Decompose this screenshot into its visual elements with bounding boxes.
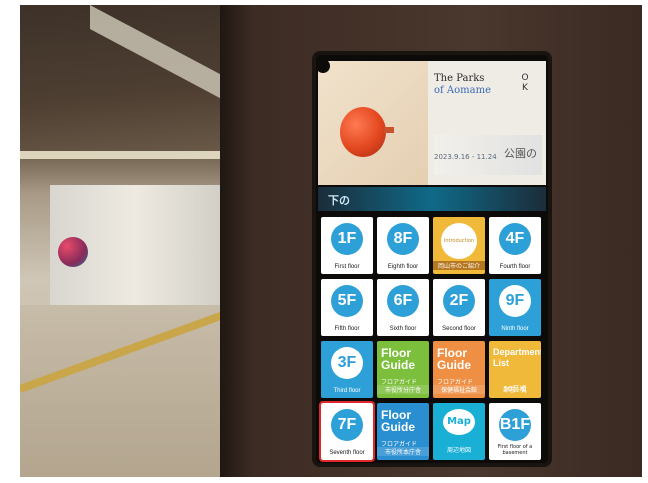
floor-badge: 8F [387,223,419,255]
banner-date: 2023.9.16 - 11.24 [434,153,497,161]
floor-guide-logo: Floor Guide [381,346,416,372]
tile-b1f[interactable]: B1F First floor of a basement [489,403,541,460]
tile-4f[interactable]: 4F Fourth floor [489,217,541,274]
banner[interactable]: The Parks of Aomame OK 2023.9.16 - 11.24… [318,61,546,185]
tile-1f[interactable]: 1F First floor [321,217,373,274]
tile-label: 周辺地図 [446,447,471,454]
tile-label: 部署一覧 [502,388,527,394]
tile-label: Seventh floor [329,450,365,456]
tile-label: Ninth floor [501,326,529,332]
tile-label: First floor [334,264,360,270]
tile-6f[interactable]: 6F Sixth floor [377,279,429,336]
tile-3f[interactable]: 3F Third floor [321,341,373,398]
photo: The Parks of Aomame OK 2023.9.16 - 11.24… [20,5,642,477]
kiosk-screen: The Parks of Aomame OK 2023.9.16 - 11.24… [316,55,548,463]
tile-department-list[interactable]: Department List 50音順 部署一覧 [489,341,541,398]
balloon-knot [384,127,394,133]
tile-9f[interactable]: 9F Ninth floor [489,279,541,336]
tile-label: First floor of a basement [497,444,533,456]
floor-badge: 4F [499,223,531,255]
banner-title-line2: of Aomame [434,85,491,96]
floor-badge: 7F [331,409,363,441]
tile-floor-guide[interactable]: Floor Guide フロアガイド 保健福祉会館 [433,341,485,398]
tile-7f[interactable]: 7F Seventh floor [319,401,375,462]
floor-badge: 3F [331,347,363,379]
sub-banner[interactable]: 下の [318,187,546,211]
introduction-icon: Introduction [441,223,477,259]
banner-title-line1: The Parks [434,73,485,84]
tile-label: Second floor [442,326,476,332]
banner-image [318,61,428,185]
tile-introduction[interactable]: Introduction 岡山市のご紹介 [433,217,485,274]
tile-label: 市役所本庁舎 [377,447,429,456]
tile-label: Fourth floor [499,264,531,270]
floor-badge: 9F [499,285,531,317]
floor-guide-logo: Floor Guide [437,346,472,372]
tile-floor-guide[interactable]: Floor Guide フロアガイド 市役所本庁舎 [377,403,429,460]
tile-label: 岡山市のご紹介 [433,261,485,270]
floor-guide-logo: Floor Guide [381,408,416,434]
balloon-image [340,107,386,157]
banner-logo-icon: OK [521,73,529,93]
floor-badge: 1F [331,223,363,255]
tile-label: Third floor [333,388,361,394]
tile-floor-guide[interactable]: Floor Guide フロアガイド 市役所分庁舎 [377,341,429,398]
floor-badge: 6F [387,285,419,317]
tile-label: 保健福祉会館 [433,385,485,394]
department-list-title: Department List [493,347,541,368]
ceiling-light [20,151,220,159]
floor-badge: 2F [443,285,475,317]
tile-5f[interactable]: 5F Fifth floor [321,279,373,336]
sub-banner-text: 下の [328,194,350,207]
menu-grid: 1F First floor 8F Eighth floor Introduction 岡… [319,217,543,462]
floor-badge: B1F [499,409,531,441]
tile-label: Sixth floor [389,326,417,332]
tile-2f[interactable]: 2F Second floor [433,279,485,336]
banner-jp-text: 公園の [504,147,537,160]
balloon-decoration [58,237,88,267]
floor-badge: 5F [331,285,363,317]
tile-8f[interactable]: 8F Eighth floor [377,217,429,274]
tile-label: 市役所分庁舎 [377,385,429,394]
tile-label: Fifth floor [334,326,360,332]
map-icon: Map [443,409,475,435]
tile-label: Eighth floor [387,264,419,270]
tile-map[interactable]: Map 周辺地図 [433,403,485,460]
